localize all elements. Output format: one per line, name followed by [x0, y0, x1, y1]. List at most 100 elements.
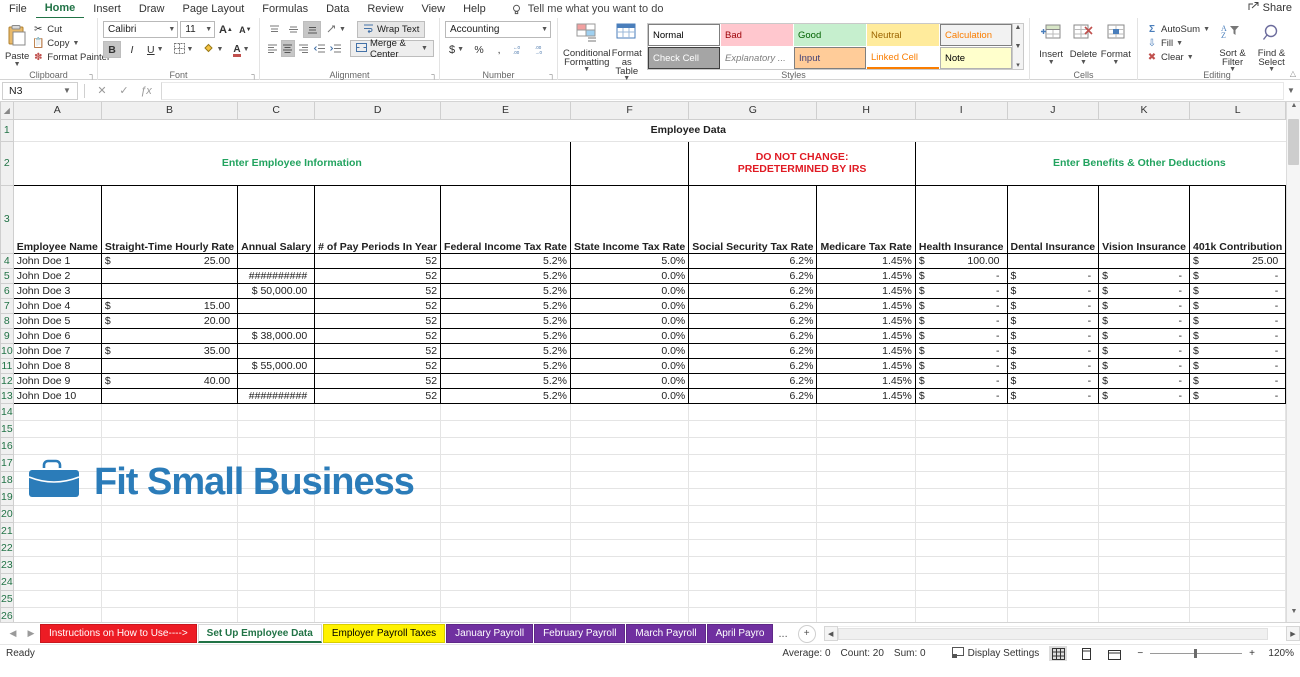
k401-contribution-cell[interactable]: $ - — [1188, 297, 1287, 314]
federal-tax-rate-cell[interactable]: 5.2% — [440, 312, 571, 329]
sheet-tab[interactable]: January Payroll — [446, 624, 534, 643]
empty-cell[interactable] — [914, 521, 1008, 540]
empty-cell[interactable] — [1098, 487, 1190, 506]
empty-cell[interactable] — [688, 589, 818, 608]
empty-cell[interactable] — [440, 572, 571, 591]
zoom-out-button[interactable]: − — [1137, 648, 1143, 659]
vision-insurance-cell[interactable]: $ - — [1098, 387, 1190, 404]
page-break-view-button[interactable] — [1105, 646, 1123, 661]
formula-input[interactable] — [161, 81, 1284, 100]
wrap-text-button[interactable]: Wrap Text — [356, 21, 426, 38]
empty-cell[interactable] — [1006, 538, 1100, 557]
increase-decimal-button[interactable]: ←0.00 — [510, 41, 530, 58]
sheet-tab[interactable]: Employer Payroll Taxes — [322, 624, 446, 643]
insert-function-button[interactable]: ƒx — [135, 85, 157, 97]
empty-cell[interactable] — [1006, 487, 1100, 506]
empty-cell[interactable] — [100, 402, 239, 421]
state-tax-rate-cell[interactable]: 0.0% — [569, 357, 690, 374]
pay-periods-cell[interactable]: 52 — [314, 372, 442, 389]
decrease-decimal-button[interactable]: .00 →0 — [532, 41, 552, 58]
empty-cell[interactable] — [816, 589, 916, 608]
delete-cells-button[interactable]: Delete ▼ — [1067, 21, 1099, 66]
empty-cell[interactable] — [440, 504, 571, 523]
row-header-1[interactable]: 1 — [0, 118, 14, 142]
cell-style-input[interactable]: Input — [794, 47, 866, 69]
menu-item-insert[interactable]: Insert — [84, 0, 130, 18]
hourly-rate-cell[interactable] — [100, 327, 239, 344]
empty-cell[interactable] — [100, 555, 239, 574]
annual-salary-cell[interactable]: $ 38,000.00 — [237, 327, 316, 344]
column-header-i[interactable]: I — [914, 102, 1008, 120]
social-security-rate-cell[interactable]: 6.2% — [688, 327, 818, 344]
federal-tax-rate-cell[interactable]: 5.2% — [440, 357, 571, 374]
k401-contribution-cell[interactable]: $ - — [1188, 327, 1287, 344]
empty-cell[interactable] — [1006, 521, 1100, 540]
row-header-3[interactable]: 3 — [0, 184, 14, 254]
row-header-17[interactable]: 17 — [0, 453, 14, 472]
menu-item-file[interactable]: File — [0, 0, 36, 18]
zoom-slider[interactable] — [1150, 649, 1243, 658]
empty-cell[interactable] — [314, 538, 442, 557]
column-header-d[interactable]: D — [314, 102, 442, 120]
empty-cell[interactable] — [237, 419, 316, 438]
empty-cell[interactable] — [440, 436, 571, 455]
health-insurance-cell[interactable]: $ - — [914, 387, 1008, 404]
row-header-24[interactable]: 24 — [0, 572, 14, 591]
employee-name-cell[interactable]: John Doe 3 — [12, 282, 102, 299]
empty-cell[interactable] — [914, 419, 1008, 438]
font-size-select[interactable]: 11 ▼ — [180, 21, 216, 38]
vision-insurance-cell[interactable]: $ - — [1098, 327, 1190, 344]
hourly-rate-cell[interactable]: $25.00 — [100, 252, 239, 269]
empty-cell[interactable] — [688, 555, 818, 574]
empty-cell[interactable] — [100, 538, 239, 557]
cell-style-linked-cell[interactable]: Linked Cell — [867, 47, 939, 69]
column-header-k[interactable]: K — [1098, 102, 1190, 120]
dental-insurance-cell[interactable]: $ - — [1006, 342, 1100, 359]
empty-cell[interactable] — [914, 470, 1008, 489]
accounting-format-button[interactable]: $ ▼ — [445, 41, 468, 58]
empty-cell[interactable] — [1098, 419, 1190, 438]
federal-tax-rate-cell[interactable]: 5.2% — [440, 297, 571, 314]
annual-salary-cell[interactable]: $ 55,000.00 — [237, 357, 316, 374]
dental-insurance-cell[interactable] — [1006, 252, 1100, 269]
annual-salary-cell[interactable]: $ 50,000.00 — [237, 282, 316, 299]
empty-cell[interactable] — [314, 589, 442, 608]
annual-salary-cell[interactable] — [237, 342, 316, 359]
scroll-left-icon[interactable]: ◀ — [823, 626, 838, 641]
gallery-more-icon[interactable]: ▾ — [1016, 61, 1020, 69]
sheet-tab[interactable]: March Payroll — [626, 624, 706, 643]
horizontal-scrollbar-track[interactable] — [837, 626, 1286, 641]
empty-cell[interactable] — [569, 589, 690, 608]
empty-cell[interactable] — [237, 402, 316, 421]
empty-cell[interactable] — [688, 521, 818, 540]
empty-cell[interactable] — [914, 453, 1008, 472]
empty-cell[interactable] — [688, 419, 818, 438]
empty-cell[interactable] — [314, 419, 442, 438]
social-security-rate-cell[interactable]: 6.2% — [688, 372, 818, 389]
menu-item-data[interactable]: Data — [317, 0, 358, 18]
clear-dropdown-icon[interactable]: ▼ — [1187, 54, 1194, 61]
empty-cell[interactable] — [12, 606, 102, 622]
empty-cell[interactable] — [914, 589, 1008, 608]
dental-insurance-cell[interactable]: $ - — [1006, 357, 1100, 374]
state-tax-rate-cell[interactable]: 0.0% — [569, 312, 690, 329]
empty-cell[interactable] — [237, 589, 316, 608]
hourly-rate-cell[interactable] — [100, 357, 239, 374]
row-header-11[interactable]: 11 — [0, 357, 14, 374]
social-security-rate-cell[interactable]: 6.2% — [688, 252, 818, 269]
k401-contribution-cell[interactable]: $ - — [1188, 342, 1287, 359]
dental-insurance-cell[interactable]: $ - — [1006, 372, 1100, 389]
empty-cell[interactable] — [688, 453, 818, 472]
dental-insurance-cell[interactable]: $ - — [1006, 327, 1100, 344]
column-header-c[interactable]: C — [237, 102, 316, 120]
page-layout-view-button[interactable] — [1077, 646, 1095, 661]
alignment-dialog-launcher[interactable]: ┐ — [431, 70, 437, 79]
row-header-21[interactable]: 21 — [0, 521, 14, 540]
health-insurance-cell[interactable]: $ - — [914, 357, 1008, 374]
k401-contribution-cell[interactable]: $ - — [1188, 312, 1287, 329]
state-tax-rate-cell[interactable]: 0.0% — [569, 282, 690, 299]
empty-cell[interactable] — [1006, 453, 1100, 472]
federal-tax-rate-cell[interactable]: 5.2% — [440, 327, 571, 344]
sort-filter-button[interactable]: AZ Sort & Filter ▼ — [1213, 21, 1252, 73]
row-header-4[interactable]: 4 — [0, 252, 14, 269]
